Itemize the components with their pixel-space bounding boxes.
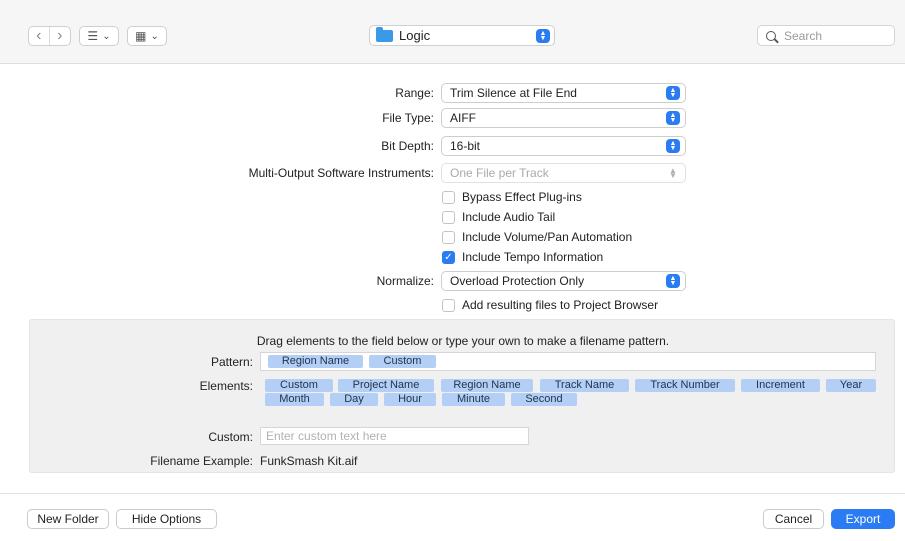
checkbox-bypass-effects[interactable]: Bypass Effect Plug-ins xyxy=(442,190,582,204)
grid-icon: ▦ xyxy=(135,29,147,43)
location-label: Logic xyxy=(399,28,431,43)
normalize-label: Normalize: xyxy=(376,274,434,288)
element-token[interactable]: Track Name xyxy=(540,379,629,392)
hide-options-button[interactable]: Hide Options xyxy=(116,509,217,529)
bit-depth-label: Bit Depth: xyxy=(381,139,434,153)
search-field[interactable] xyxy=(757,25,895,46)
element-token[interactable]: Hour xyxy=(384,393,436,406)
chevron-right-icon: › xyxy=(57,27,63,44)
chevron-down-icon: ⌄ xyxy=(150,30,159,42)
popup-stepper-icon: ▲ ▼ xyxy=(666,111,680,125)
new-folder-button[interactable]: New Folder xyxy=(27,509,109,529)
filename-example-label: Filename Example: xyxy=(150,454,253,468)
export-button[interactable]: Export xyxy=(831,509,895,529)
element-token[interactable]: Minute xyxy=(442,393,505,406)
multi-output-popup: One File per Track ▲ ▼ xyxy=(441,163,686,183)
element-token[interactable]: Year xyxy=(826,379,876,392)
checkmark-icon: ✓ xyxy=(442,250,455,264)
search-icon xyxy=(766,30,776,41)
checkbox-icon xyxy=(442,298,455,312)
checkbox-label: Include Volume/Pan Automation xyxy=(462,230,633,244)
chevron-left-icon: ‹ xyxy=(36,27,42,44)
search-input[interactable] xyxy=(782,27,882,44)
multi-output-value: One File per Track xyxy=(450,166,549,180)
range-label: Range: xyxy=(395,86,434,100)
popup-stepper-icon: ▲ ▼ xyxy=(666,86,680,100)
range-value: Trim Silence at File End xyxy=(450,86,577,100)
element-token[interactable]: Month xyxy=(265,393,324,406)
checkbox-add-to-browser[interactable]: Add resulting files to Project Browser xyxy=(442,298,658,312)
cancel-button[interactable]: Cancel xyxy=(763,509,824,529)
element-token[interactable]: Region Name xyxy=(441,379,533,392)
element-token[interactable]: Custom xyxy=(265,379,333,392)
normalize-popup[interactable]: Overload Protection Only ▲ ▼ xyxy=(441,271,686,291)
checkbox-icon xyxy=(442,210,455,224)
checkbox-audio-tail[interactable]: Include Audio Tail xyxy=(442,210,555,224)
nav-buttons: ‹ › xyxy=(28,26,71,46)
toolbar: ‹ › ☰ ⌄ ▦ ⌄ Logic ▲ ▼ xyxy=(0,0,905,64)
pattern-token[interactable]: Custom xyxy=(369,355,436,368)
popup-stepper-icon: ▲ ▼ xyxy=(666,274,680,288)
popup-stepper-icon: ▲ ▼ xyxy=(536,29,550,43)
bit-depth-popup[interactable]: 16-bit ▲ ▼ xyxy=(441,136,686,156)
checkbox-tempo-info[interactable]: ✓ Include Tempo Information xyxy=(442,250,603,264)
bit-depth-value: 16-bit xyxy=(450,139,481,153)
filename-example-value: FunkSmash Kit.aif xyxy=(260,454,358,468)
checkbox-volume-pan[interactable]: Include Volume/Pan Automation xyxy=(442,230,632,244)
pattern-token[interactable]: Region Name xyxy=(268,355,363,368)
checkbox-label: Include Audio Tail xyxy=(462,210,556,224)
checkbox-label: Bypass Effect Plug-ins xyxy=(462,190,582,204)
checkbox-icon xyxy=(442,230,455,244)
elements-label: Elements: xyxy=(199,379,253,393)
chevron-down-icon: ⌄ xyxy=(102,30,111,42)
filename-hint: Drag elements to the field below or type… xyxy=(256,334,670,348)
checkbox-label: Add resulting files to Project Browser xyxy=(462,298,659,312)
file-type-value: AIFF xyxy=(450,111,476,125)
element-token[interactable]: Increment xyxy=(741,379,820,392)
file-type-popup[interactable]: AIFF ▲ ▼ xyxy=(441,108,686,128)
forward-button[interactable]: › xyxy=(50,27,70,45)
pattern-label: Pattern: xyxy=(210,355,253,369)
custom-label: Custom: xyxy=(208,430,253,444)
custom-text-input[interactable] xyxy=(260,427,529,445)
footer-divider xyxy=(0,493,905,494)
element-token[interactable]: Second xyxy=(511,393,577,406)
element-token[interactable]: Track Number xyxy=(635,379,735,392)
location-popup[interactable]: Logic ▲ ▼ xyxy=(369,25,555,46)
list-view-button[interactable]: ☰ ⌄ xyxy=(79,26,119,46)
checkbox-icon xyxy=(442,190,455,204)
folder-icon xyxy=(376,26,393,42)
range-popup[interactable]: Trim Silence at File End ▲ ▼ xyxy=(441,83,686,103)
element-token[interactable]: Project Name xyxy=(338,379,434,392)
popup-stepper-icon: ▲ ▼ xyxy=(666,139,680,153)
popup-stepper-icon: ▲ ▼ xyxy=(669,166,677,180)
element-token[interactable]: Day xyxy=(330,393,378,406)
file-type-label: File Type: xyxy=(382,111,434,125)
group-view-button[interactable]: ▦ ⌄ xyxy=(127,26,167,46)
list-icon: ☰ xyxy=(87,29,99,43)
checkbox-label: Include Tempo Information xyxy=(462,250,604,264)
multi-output-label: Multi-Output Software Instruments: xyxy=(248,166,434,180)
normalize-value: Overload Protection Only xyxy=(450,274,585,288)
back-button[interactable]: ‹ xyxy=(29,27,50,45)
